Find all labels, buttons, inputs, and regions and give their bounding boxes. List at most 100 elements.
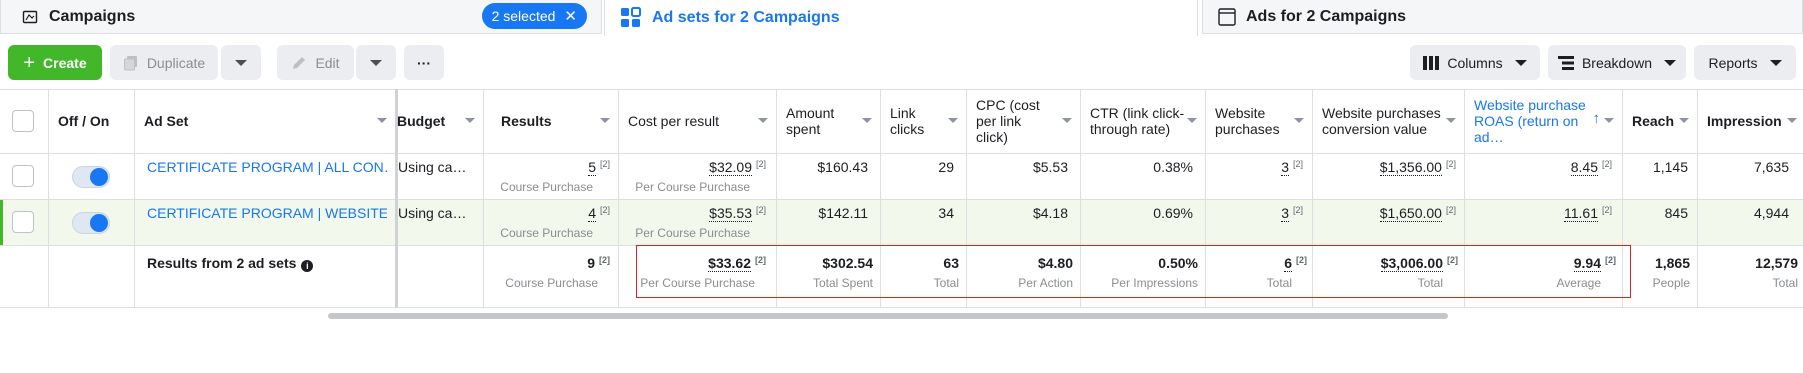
duplicate-icon [123, 55, 137, 70]
roas-value: 11.61 [2] [1464, 205, 1612, 222]
chevron-down-icon[interactable] [600, 118, 610, 123]
col-header-ad-set[interactable]: Ad Set [134, 89, 395, 153]
results-number[interactable]: 4 [588, 205, 596, 222]
tab-ads[interactable]: Ads for 2 Campaigns [1202, 0, 1803, 34]
on-off-toggle[interactable] [72, 166, 110, 188]
chevron-down-icon[interactable] [948, 118, 958, 123]
cost-per-result-value: $35.53 [2] [618, 205, 766, 222]
cost-number[interactable]: $35.53 [709, 205, 752, 222]
reports-label: Reports [1708, 54, 1758, 71]
conversion-number[interactable]: $1,650.00 [1379, 205, 1442, 222]
roas-value: 8.45 [2] [1464, 159, 1612, 176]
col-header-impressions-label: Impression [1707, 113, 1782, 129]
sort-ascending-icon[interactable]: ↑ [1593, 111, 1601, 127]
columns-label: Columns [1447, 54, 1503, 71]
reports-button[interactable]: Reports [1694, 45, 1796, 80]
cost-number[interactable]: $32.09 [709, 159, 752, 176]
tab-campaigns[interactable]: Campaigns 2 selected ✕ [0, 0, 602, 34]
scrollbar-thumb[interactable] [328, 313, 1448, 319]
footnote-marker: [2] [1292, 205, 1303, 215]
chevron-down-icon[interactable] [1787, 118, 1797, 123]
on-off-toggle[interactable] [72, 212, 110, 234]
reach-value: 845 [1664, 205, 1688, 221]
chevron-down-icon[interactable] [465, 118, 475, 123]
col-header-cost-per-result[interactable]: Cost per result [618, 89, 776, 153]
folder-icon [21, 8, 39, 26]
breakdown-button[interactable]: Breakdown [1548, 45, 1686, 80]
chevron-down-icon[interactable] [1679, 118, 1689, 123]
edit-button[interactable]: Edit [277, 45, 354, 80]
col-header-roas-label: Website purchase ROAS (return on ad… [1474, 97, 1586, 145]
row-checkbox[interactable] [12, 211, 34, 233]
footnote-marker: [2] [1445, 205, 1456, 215]
selected-count-badge[interactable]: 2 selected ✕ [481, 3, 587, 29]
cpc-value: $5.53 [1032, 159, 1068, 175]
divider [0, 153, 1803, 154]
conversion-value: $1,356.00 [2] [1312, 159, 1456, 176]
roas-number[interactable]: 11.61 [1563, 205, 1598, 222]
chevron-down-icon [235, 59, 247, 66]
horizontal-scrollbar[interactable] [0, 312, 1803, 320]
edit-dropdown-button[interactable] [356, 45, 396, 80]
footnote-marker: [2] [599, 159, 610, 169]
tab-ad-sets[interactable]: Ad sets for 2 Campaigns [604, 0, 1198, 36]
info-icon[interactable]: i [301, 260, 314, 272]
col-header-cpc[interactable]: CPC (cost per link click) [966, 89, 1080, 153]
more-icon: ··· [417, 54, 431, 71]
col-header-amount-spent[interactable]: Amount spent [776, 89, 880, 153]
col-header-amount-spent-label: Amount spent [786, 105, 835, 137]
more-options-button[interactable]: ··· [404, 45, 444, 80]
chevron-down-icon[interactable] [1294, 118, 1304, 123]
ctr-value: 0.38% [1153, 159, 1193, 175]
col-header-budget[interactable]: Budget [388, 89, 483, 153]
purchases-number[interactable]: 3 [1281, 159, 1289, 176]
impressions-value: 4,944 [1753, 205, 1789, 221]
close-icon[interactable]: ✕ [564, 9, 577, 24]
col-header-ctr[interactable]: CTR (link click-through rate) [1080, 89, 1205, 153]
total-impressions-value: 12,579 [1755, 255, 1798, 271]
col-header-impressions[interactable]: Impression [1697, 89, 1803, 153]
toggle-knob [90, 168, 108, 186]
ad-set-name-link[interactable]: CERTIFICATE PROGRAM | WEBSITE … [147, 205, 387, 221]
chevron-down-icon [1769, 59, 1782, 66]
roas-number[interactable]: 8.45 [1570, 159, 1598, 176]
conversion-number[interactable]: $1,356.00 [1379, 159, 1442, 176]
chevron-down-icon[interactable] [1187, 118, 1197, 123]
link-clicks-value: 29 [938, 159, 954, 175]
chevron-down-icon[interactable] [1604, 118, 1614, 123]
footnote-marker: [2] [599, 255, 610, 265]
col-header-website-purchases-label: Website purchases [1215, 105, 1280, 137]
results-sub: Course Purchase [500, 180, 593, 194]
col-header-off-on[interactable]: Off / On [48, 89, 134, 153]
chevron-down-icon[interactable] [1446, 118, 1456, 123]
col-header-reach[interactable]: Reach [1622, 89, 1697, 153]
chevron-down-icon[interactable] [1062, 118, 1072, 123]
col-header-ad-set-label: Ad Set [144, 113, 189, 129]
selected-count-text: 2 selected [491, 8, 556, 24]
chevron-down-icon[interactable] [377, 118, 387, 123]
col-header-conversion-value[interactable]: Website purchases conversion value [1312, 89, 1464, 153]
impressions-value: 7,635 [1753, 159, 1789, 175]
select-all-checkbox[interactable] [12, 110, 34, 132]
footnote-marker: [2] [755, 205, 766, 215]
col-header-cpc-label: CPC (cost per link click) [976, 97, 1040, 145]
col-header-link-clicks[interactable]: Link clicks [880, 89, 966, 153]
total-results-value: 9 [2] [483, 255, 610, 271]
chevron-down-icon[interactable] [862, 118, 872, 123]
row-checkbox[interactable] [12, 165, 34, 187]
duplicate-dropdown-button[interactable] [221, 45, 261, 80]
columns-button[interactable]: Columns [1410, 45, 1540, 80]
col-header-results[interactable]: Results [483, 89, 618, 153]
purchases-number[interactable]: 3 [1281, 205, 1289, 222]
chevron-down-icon [370, 59, 382, 66]
col-header-roas[interactable]: Website purchase ROAS (return on ad… ↑ [1464, 89, 1622, 153]
create-label: Create [43, 54, 87, 71]
ad-set-name-link[interactable]: CERTIFICATE PROGRAM | ALL CON… [147, 159, 387, 175]
chevron-down-icon [1664, 59, 1677, 66]
create-button[interactable]: + Create [8, 45, 102, 80]
footnote-marker: [2] [1601, 205, 1612, 215]
results-number[interactable]: 5 [588, 159, 596, 176]
col-header-website-purchases[interactable]: Website purchases [1205, 89, 1312, 153]
duplicate-button[interactable]: Duplicate [110, 45, 218, 80]
chevron-down-icon[interactable] [758, 118, 768, 123]
